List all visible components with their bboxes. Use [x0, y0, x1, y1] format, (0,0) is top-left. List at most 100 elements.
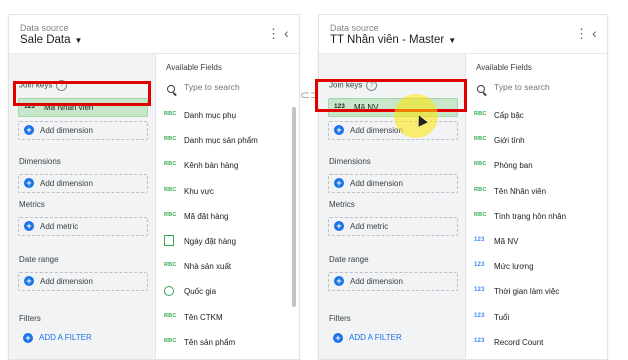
field-item[interactable]: RBC Tình trạng hôn nhân — [466, 207, 607, 227]
field-name: Tên sản phẩm — [184, 337, 236, 347]
text-type-icon: RBC — [164, 262, 177, 269]
field-search-input[interactable] — [184, 82, 284, 92]
field-item[interactable]: RBC Tên CTKM — [156, 308, 299, 328]
field-item[interactable]: RBC Danh mục sản phẩm — [156, 131, 299, 151]
chevron-left-icon[interactable]: ‹ — [284, 26, 289, 40]
field-item[interactable]: RBC Nhà sản xuất — [156, 257, 299, 277]
field-item[interactable]: 123 Thời gian làm việc — [466, 282, 607, 302]
plus-icon: + — [24, 178, 34, 188]
field-name: Phòng ban — [494, 161, 533, 171]
field-item[interactable]: RBC Danh mục phụ — [156, 106, 299, 126]
add-dimension-button[interactable]: + Add dimension — [18, 174, 148, 193]
highlight-box-left — [13, 81, 151, 106]
add-dimension-button[interactable]: + Add dimension — [328, 174, 458, 193]
add-dimension-label: Add dimension — [40, 277, 93, 286]
plus-icon: + — [333, 333, 343, 343]
field-name: Khu vực — [184, 186, 214, 196]
add-filter-button[interactable]: + ADD A FILTER — [18, 330, 108, 345]
add-metric-label: Add metric — [40, 222, 79, 231]
field-item[interactable]: 123 Mức lương — [466, 257, 607, 277]
text-type-icon: RBC — [164, 211, 177, 218]
add-date-range-button[interactable]: + Add dimension — [18, 272, 148, 291]
plus-icon: + — [24, 276, 34, 286]
filters-label: Filters — [19, 314, 41, 323]
panel-header: Data source TT Nhân viên - Master ▼ ⋮ ‹ — [319, 15, 607, 53]
available-fields-title: Available Fields — [476, 63, 532, 72]
chevron-left-icon[interactable]: ‹ — [592, 26, 597, 40]
text-type-icon: RBC — [164, 312, 177, 319]
number-type-icon: 123 — [474, 337, 485, 344]
add-dimension-label: Add dimension — [350, 277, 403, 286]
scrollbar[interactable] — [292, 107, 296, 307]
text-type-icon: RBC — [164, 111, 177, 117]
field-item[interactable]: RBC Cấp bậc — [466, 106, 607, 126]
field-item[interactable]: 123 Tuổi — [466, 308, 607, 328]
number-type-icon: 123 — [474, 237, 485, 243]
plus-icon: + — [334, 125, 344, 135]
field-name: Mã đặt hàng — [184, 211, 229, 221]
data-source-name: Sale Data — [20, 34, 71, 46]
available-fields-title: Available Fields — [166, 63, 222, 72]
available-fields-column: Available Fields RBCCấp bậcRBCGiới tínhR… — [465, 54, 607, 359]
metrics-label: Metrics — [19, 200, 45, 209]
search-icon — [477, 85, 485, 93]
data-source-label: Data source — [20, 23, 69, 33]
data-source-select[interactable]: TT Nhân viên - Master ▼ — [330, 34, 456, 46]
highlight-box-right — [315, 79, 467, 112]
more-vert-icon[interactable]: ⋮ — [575, 27, 588, 41]
plus-icon: + — [334, 221, 344, 231]
metrics-label: Metrics — [329, 200, 355, 209]
plus-icon: + — [24, 125, 34, 135]
add-metric-button[interactable]: + Add metric — [18, 217, 148, 236]
add-dimension-label: Add dimension — [40, 126, 93, 135]
field-item[interactable]: Quốc gia — [156, 282, 299, 302]
field-name: Tuổi — [494, 312, 510, 322]
field-item[interactable]: RBC Tên Nhân viên — [466, 182, 607, 202]
add-dimension-label: Add dimension — [350, 179, 403, 188]
add-dimension-label: Add dimension — [350, 126, 403, 135]
globe-icon — [164, 286, 174, 297]
data-source-select[interactable]: Sale Data ▼ — [20, 34, 82, 46]
add-filter-label: ADD A FILTER — [349, 333, 402, 342]
dimensions-label: Dimensions — [19, 157, 61, 166]
field-item[interactable]: RBC Mã đặt hàng — [156, 207, 299, 227]
text-type-icon: RBC — [474, 186, 487, 193]
add-join-dimension-button[interactable]: + Add dimension — [328, 121, 458, 140]
field-item[interactable]: RBC Phòng ban — [466, 156, 607, 176]
field-name: Mức lương — [494, 262, 534, 272]
add-join-dimension-button[interactable]: + Add dimension — [18, 121, 148, 140]
field-name: Quốc gia — [184, 287, 217, 297]
field-name: Mã NV — [494, 237, 519, 246]
field-item[interactable]: 123 Record Count — [466, 333, 607, 353]
add-filter-button[interactable]: + ADD A FILTER — [328, 330, 418, 345]
number-type-icon: 123 — [474, 312, 485, 319]
field-item[interactable]: RBC Tên sản phẩm — [156, 333, 299, 353]
field-item[interactable]: RBC Giới tính — [466, 131, 607, 151]
field-name: Nhà sản xuất — [184, 262, 232, 272]
field-item[interactable]: RBC Khu vực — [156, 182, 299, 202]
field-name: Tình trạng hôn nhân — [494, 211, 567, 221]
field-name: Danh mục phụ — [184, 111, 237, 120]
field-name: Danh mục sản phẩm — [184, 136, 258, 146]
field-name: Kênh bán hàng — [184, 161, 239, 171]
field-item[interactable]: RBC Kênh bán hàng — [156, 156, 299, 176]
field-search-input[interactable] — [494, 82, 594, 92]
number-type-icon: 123 — [474, 262, 485, 269]
more-vert-icon[interactable]: ⋮ — [267, 27, 280, 41]
text-type-icon: RBC — [164, 161, 177, 168]
plus-icon: + — [23, 333, 33, 343]
data-source-label: Data source — [330, 23, 379, 33]
data-source-panel-left: Data source Sale Data ▼ ⋮ ‹ Join keys? 12… — [8, 14, 300, 360]
available-fields-column: Available Fields RBC Danh mục phụ RBC Danh … — [155, 54, 299, 359]
field-item[interactable]: 123 Mã NV — [466, 232, 607, 252]
field-name: Thời gian làm việc — [494, 287, 560, 297]
text-type-icon: RBC — [164, 186, 177, 193]
add-metric-button[interactable]: + Add metric — [328, 217, 458, 236]
field-item[interactable]: Ngày đặt hàng — [156, 232, 299, 252]
link-icon: ⊂⊃ — [300, 88, 321, 102]
field-name: Giới tính — [494, 136, 525, 146]
add-metric-label: Add metric — [350, 222, 389, 231]
data-source-panel-right: Data source TT Nhân viên - Master ▼ ⋮ ‹ J… — [318, 14, 608, 360]
date-range-label: Date range — [329, 255, 369, 264]
add-date-range-button[interactable]: + Add dimension — [328, 272, 458, 291]
